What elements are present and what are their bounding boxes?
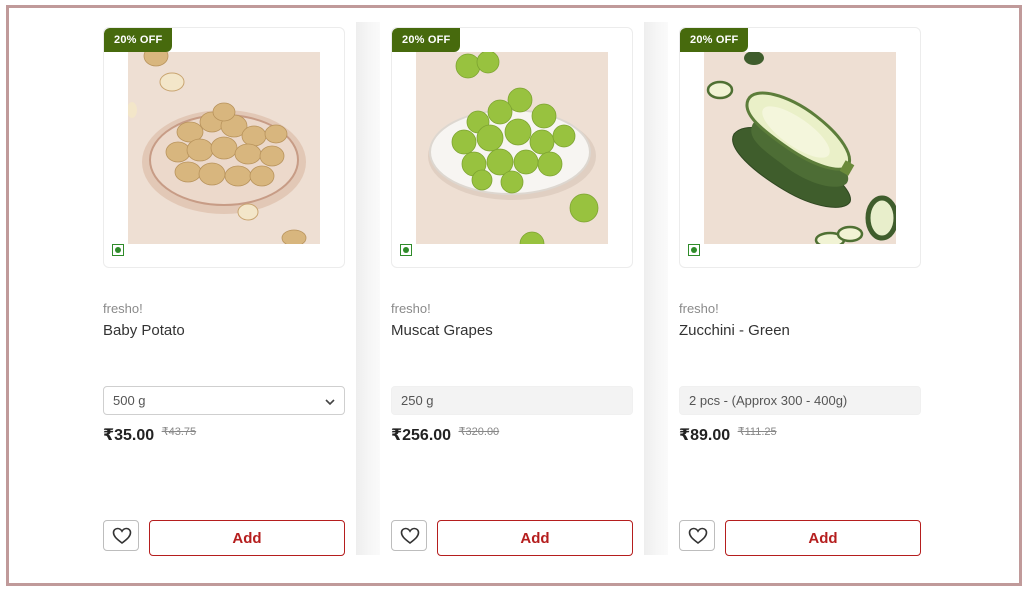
pack-size-value: 2 pcs - (Approx 300 - 400g) (689, 393, 848, 408)
discount-badge: 20% OFF (392, 28, 461, 52)
zucchini-image (704, 52, 896, 244)
sale-price: ₹256.00 (391, 427, 452, 444)
veg-indicator-icon (112, 244, 124, 256)
wishlist-button[interactable] (103, 520, 139, 551)
product-image-box[interactable]: 20% OFF (103, 27, 345, 268)
product-brand: fresho! (679, 301, 719, 316)
pack-size-label: 2 pcs - (Approx 300 - 400g) (679, 386, 921, 415)
product-name[interactable]: Muscat Grapes (391, 322, 493, 339)
original-price: ₹111.25 (737, 426, 777, 438)
original-price: ₹43.75 (161, 426, 197, 438)
heart-icon (112, 527, 132, 545)
product-name[interactable]: Zucchini - Green (679, 322, 790, 339)
wishlist-button[interactable] (679, 520, 715, 551)
sale-price: ₹35.00 (103, 427, 155, 444)
product-card-zucchini-green[interactable]: 20% OFF fresho! Zucchini - Green 2 pcs -… (679, 27, 921, 556)
pack-size-value: 250 g (401, 393, 434, 408)
price-row: ₹35.00 ₹43.75 (103, 425, 196, 445)
product-brand: fresho! (391, 301, 431, 316)
pack-size-label: 250 g (391, 386, 633, 415)
card-divider (644, 22, 668, 555)
discount-badge: 20% OFF (104, 28, 173, 52)
muscat-grapes-image (416, 52, 608, 244)
card-divider (356, 22, 380, 555)
add-to-basket-button[interactable]: Add (437, 520, 633, 556)
baby-potato-image (128, 52, 320, 244)
wishlist-button[interactable] (391, 520, 427, 551)
product-card-muscat-grapes[interactable]: 20% OFF fresho! Muscat Grapes 250 g ₹256… (391, 27, 633, 556)
veg-indicator-icon (688, 244, 700, 256)
product-image-box[interactable]: 20% OFF (391, 27, 633, 268)
price-row: ₹256.00 ₹320.00 (391, 425, 499, 445)
price-row: ₹89.00 ₹111.25 (679, 425, 777, 445)
pack-size-value: 500 g (113, 393, 146, 408)
heart-icon (400, 527, 420, 545)
heart-icon (688, 527, 708, 545)
add-to-basket-button[interactable]: Add (725, 520, 921, 556)
product-brand: fresho! (103, 301, 143, 316)
chevron-down-icon (325, 399, 335, 406)
add-to-basket-button[interactable]: Add (149, 520, 345, 556)
pack-size-dropdown[interactable]: 500 g (103, 386, 345, 415)
original-price: ₹320.00 (458, 426, 500, 438)
sale-price: ₹89.00 (679, 427, 731, 444)
product-name[interactable]: Baby Potato (103, 322, 185, 339)
veg-indicator-icon (400, 244, 412, 256)
product-image-box[interactable]: 20% OFF (679, 27, 921, 268)
discount-badge: 20% OFF (680, 28, 749, 52)
product-card-baby-potato[interactable]: 20% OFF fresho! Baby Potato 500 g ₹35.00… (103, 27, 345, 556)
